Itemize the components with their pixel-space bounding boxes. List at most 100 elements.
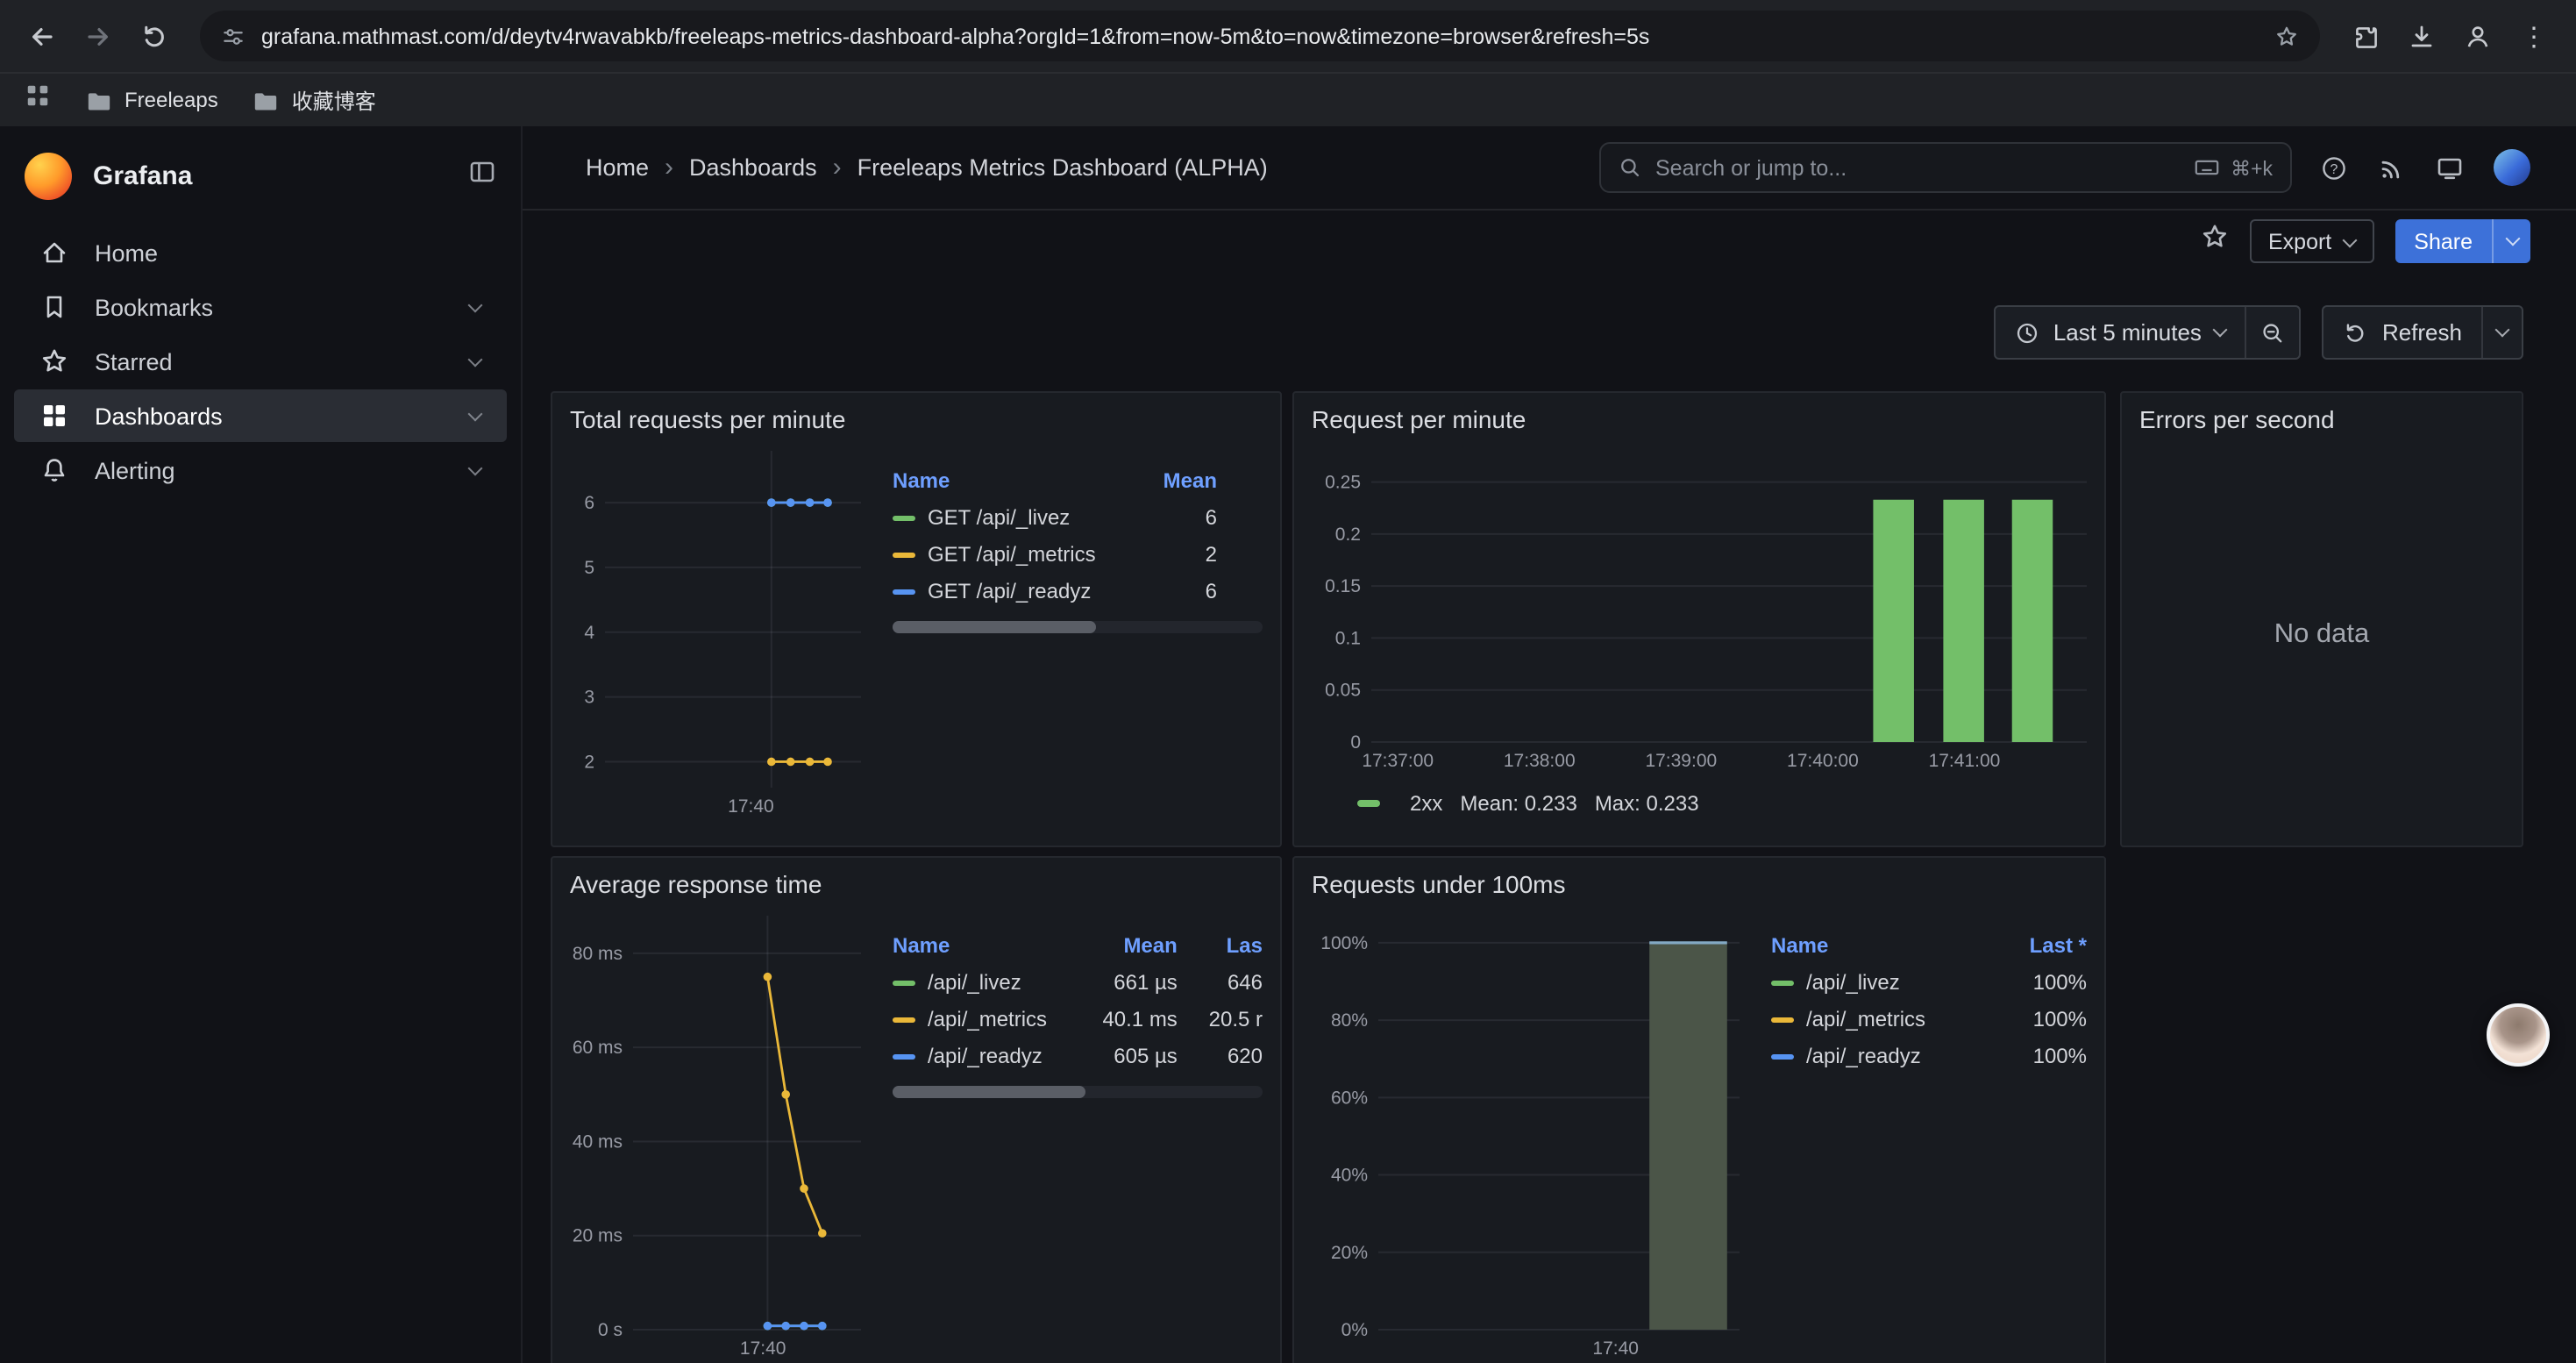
legend-value: 620 (1178, 1037, 1263, 1074)
legend-scrollbar[interactable] (893, 621, 1263, 633)
help-icon[interactable]: ? (2320, 153, 2348, 182)
series-name[interactable]: 2xx (1410, 791, 1442, 816)
panel-title[interactable]: Requests under 100ms (1312, 870, 2087, 898)
legend-column-header[interactable]: Name (893, 461, 1129, 498)
panel-title[interactable]: Errors per second (2139, 405, 2504, 433)
svg-text:60%: 60% (1331, 1088, 1368, 1108)
legend-scrollbar[interactable] (893, 1086, 1263, 1098)
svg-text:3: 3 (584, 688, 594, 708)
address-bar[interactable]: grafana.mathmast.com/d/deytv4rwavabkb/fr… (200, 11, 2320, 61)
series-name[interactable]: GET /api/_livez (928, 504, 1070, 529)
sidebar-item-label: Home (95, 239, 158, 266)
zoom-out-icon (2261, 320, 2286, 345)
monitor-icon[interactable] (2436, 153, 2464, 182)
legend-column-header[interactable]: Name (893, 926, 1068, 963)
series-name[interactable]: /api/_readyz (928, 1043, 1042, 1067)
legend-value: 646 (1178, 963, 1263, 1000)
browser-menu-icon[interactable]: ⋮ (2509, 11, 2558, 61)
svg-text:17:40:00: 17:40:00 (1787, 751, 1859, 771)
legend-column-header[interactable]: Mean (1068, 926, 1177, 963)
series-name[interactable]: /api/_livez (1806, 969, 1900, 994)
bar-chart[interactable]: 00.050.10.150.20.2517:37:0017:38:0017:39… (1312, 437, 2087, 782)
sidebar-item-alerting[interactable]: Alerting (14, 444, 507, 496)
back-button[interactable] (18, 11, 67, 61)
breadcrumb-home[interactable]: Home (586, 154, 649, 181)
rss-icon[interactable] (2378, 153, 2406, 182)
site-info-icon[interactable] (221, 24, 246, 48)
series-name[interactable]: /api/_metrics (928, 1006, 1047, 1031)
legend-column-header[interactable]: Name (1771, 926, 1981, 963)
search-input[interactable]: Search or jump to... ⌘+k (1599, 142, 2292, 193)
svg-text:80 ms: 80 ms (573, 944, 623, 964)
brand-title: Grafana (93, 161, 447, 190)
panel-title[interactable]: Request per minute (1312, 405, 2087, 433)
user-avatar[interactable] (2494, 149, 2530, 186)
bookmark-star-icon[interactable] (2274, 24, 2299, 48)
refresh-interval-dropdown[interactable] (2481, 307, 2522, 358)
panel-title[interactable]: Total requests per minute (570, 405, 1263, 433)
svg-text:6: 6 (584, 493, 594, 513)
legend-column-header[interactable]: Las (1178, 926, 1263, 963)
favorite-star-icon[interactable] (2200, 223, 2228, 260)
sidebar-item-starred[interactable]: Starred (14, 335, 507, 388)
grafana-logo[interactable] (25, 152, 72, 199)
folder-icon (253, 87, 280, 113)
forward-button[interactable] (74, 11, 123, 61)
export-button[interactable]: Export (2249, 219, 2373, 263)
breadcrumb-separator-icon: › (665, 154, 673, 181)
share-dropdown-button[interactable] (2492, 219, 2530, 263)
series-name[interactable]: GET /api/_readyz (928, 578, 1091, 603)
chevron-down-icon[interactable] (468, 297, 483, 312)
legend-value: 661 µs (1068, 963, 1177, 1000)
svg-text:0.05: 0.05 (1325, 681, 1361, 701)
extensions-icon[interactable] (2341, 11, 2390, 61)
panel-errors-per-second: Errors per second No data (2120, 391, 2523, 847)
series-name[interactable]: GET /api/_metrics (928, 541, 1096, 566)
browser-window: grafana.mathmast.com/d/deytv4rwavabkb/fr… (0, 0, 2576, 1363)
zoom-out-time-button[interactable] (2245, 307, 2300, 358)
svg-text:17:40: 17:40 (728, 796, 774, 817)
downloads-icon[interactable] (2397, 11, 2446, 61)
refresh-button[interactable]: Refresh (2324, 307, 2481, 358)
legend-column-header[interactable]: Mean (1129, 461, 1217, 498)
sidebar-item-label: Starred (95, 348, 173, 375)
chevron-down-icon[interactable] (468, 406, 483, 421)
share-button[interactable]: Share (2395, 219, 2530, 263)
breadcrumb-dashboards[interactable]: Dashboards (689, 154, 817, 181)
svg-text:80%: 80% (1331, 1010, 1368, 1031)
profile-icon[interactable] (2453, 11, 2502, 61)
time-series-chart[interactable]: 2345617:40 (570, 437, 872, 833)
legend-column-header[interactable]: Last * (1981, 926, 2087, 963)
url-text[interactable]: grafana.mathmast.com/d/deytv4rwavabkb/fr… (261, 24, 2259, 48)
series-name[interactable]: /api/_metrics (1806, 1006, 1925, 1031)
series-color-indicator (893, 1053, 915, 1060)
apps-grid-icon[interactable] (25, 82, 51, 118)
legend-row: GET /api/_livez6 (893, 498, 1217, 535)
time-range-picker[interactable]: Last 5 minutes (1996, 307, 2245, 358)
bookmark-folder-blogs[interactable]: 收藏博客 (253, 85, 376, 115)
time-series-chart[interactable]: 0 s20 ms40 ms60 ms80 ms17:40 (570, 902, 872, 1363)
bar-chart[interactable]: 0%20%40%60%80%100%17:40 (1312, 902, 1750, 1363)
series-name[interactable]: /api/_readyz (1806, 1043, 1921, 1067)
svg-text:20%: 20% (1331, 1243, 1368, 1263)
search-shortcut: ⌘+k (2194, 154, 2273, 181)
panel-title[interactable]: Average response time (570, 870, 1263, 898)
legend-table: NameLast */api/_livez100%/api/_metrics10… (1771, 926, 2087, 1363)
svg-text:0.25: 0.25 (1325, 473, 1361, 493)
bookmark-folder-freeleaps[interactable]: Freeleaps (86, 87, 218, 113)
reload-button[interactable] (130, 11, 179, 61)
chevron-down-icon[interactable] (468, 352, 483, 367)
series-color-indicator (893, 515, 915, 521)
no-data-message: No data (2139, 437, 2504, 833)
series-name[interactable]: /api/_livez (928, 969, 1021, 994)
chevron-down-icon[interactable] (468, 460, 483, 475)
sidebar-item-dashboards[interactable]: Dashboards (14, 389, 507, 442)
assistant-avatar[interactable] (2487, 1003, 2550, 1067)
collapse-sidebar-icon[interactable] (468, 157, 496, 194)
chevron-down-icon (2213, 323, 2228, 338)
series-color-indicator (1771, 1053, 1794, 1060)
svg-text:?: ? (2330, 161, 2338, 176)
sidebar-item-bookmarks[interactable]: Bookmarks (14, 281, 507, 333)
legend-value: 100% (1981, 963, 2087, 1000)
sidebar-item-home[interactable]: Home (14, 226, 507, 279)
